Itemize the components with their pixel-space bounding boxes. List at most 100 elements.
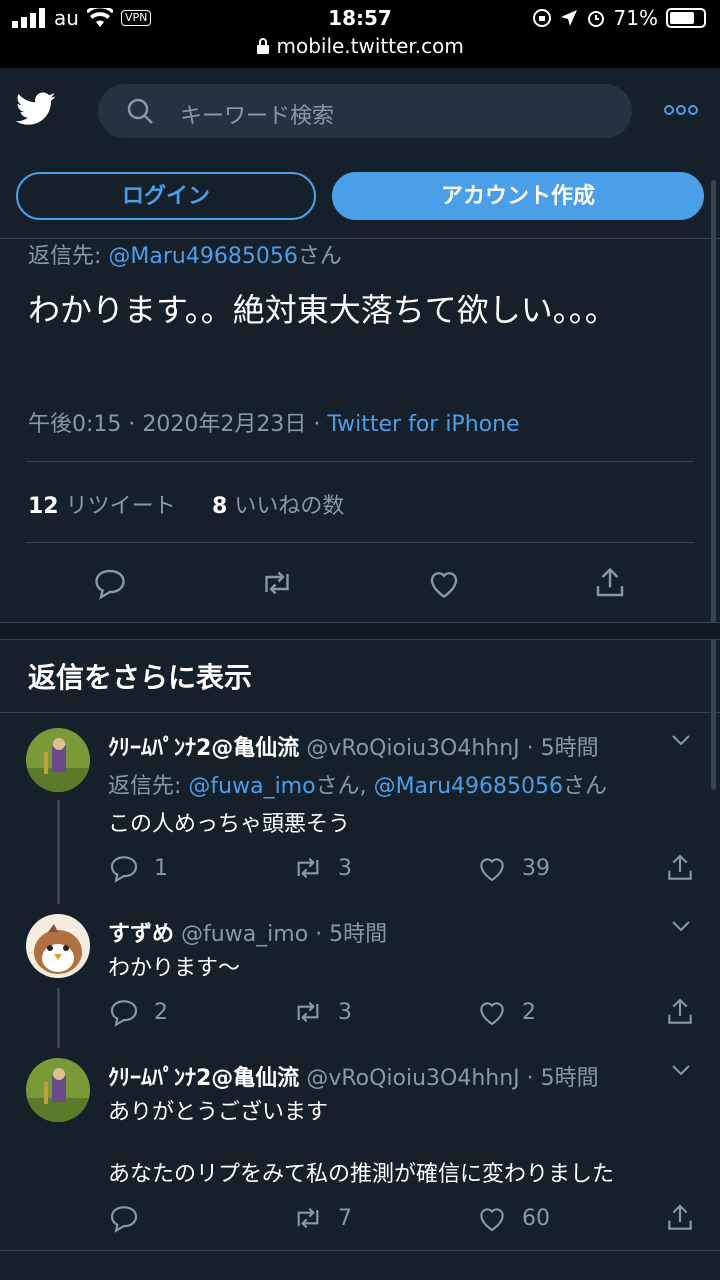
reply-count: 1 — [154, 855, 168, 881]
like-label: いいねの数 — [234, 494, 345, 519]
status-right: 71% — [532, 6, 706, 30]
twitter-logo-icon[interactable] — [16, 92, 56, 126]
retweet-count-stat[interactable]: 3 — [292, 852, 352, 884]
share-icon[interactable] — [664, 996, 696, 1028]
reply-text-line2: あなたのリプをみて私の推測が確信に変わりました — [108, 1162, 615, 1187]
chevron-down-icon[interactable] — [670, 918, 692, 934]
reply-header: すずめ @fuwa_imo · 5時間 — [108, 916, 387, 948]
author-name[interactable]: すずめ — [108, 922, 174, 947]
divider — [26, 542, 694, 543]
retweet-count-stat[interactable]: 3 — [292, 996, 352, 1028]
divider — [26, 461, 694, 462]
retweet-count-stat[interactable]: 7 — [292, 1202, 352, 1234]
reply-count: 2 — [154, 999, 168, 1025]
battery-percent: 71% — [613, 6, 658, 30]
reply-handle-link[interactable]: @Maru49685056 — [374, 774, 563, 799]
reply-text: この人めっちゃ頭悪そう — [108, 812, 351, 837]
reply-to: 返信先: @fuwa_imoさん, @Maru49685056さん — [108, 768, 607, 800]
author-handle[interactable]: @vRoQioiu3O4hhnJ — [306, 736, 519, 761]
retweet-count: 3 — [338, 999, 352, 1025]
reply-time[interactable]: · 5時間 — [527, 736, 599, 761]
like-icon — [480, 858, 504, 882]
divider — [0, 712, 720, 713]
lock-icon — [257, 38, 270, 54]
reply-suffix: さん — [563, 774, 608, 799]
share-icon[interactable] — [664, 1202, 696, 1234]
location-icon — [560, 10, 577, 26]
avatar[interactable] — [26, 914, 90, 978]
reply-header: ｸﾘｰﾑﾊﾟﾝﾅ2@亀仙流 @vRoQioiu3O4hhnJ · 5時間 — [108, 1060, 599, 1092]
search-placeholder: キーワード検索 — [180, 104, 335, 129]
chevron-down-icon[interactable] — [670, 1062, 692, 1078]
divider — [0, 1250, 720, 1251]
like-count-stat[interactable]: 60 — [476, 1202, 550, 1234]
like-count-stat[interactable]: 2 — [476, 996, 536, 1028]
scrollbar[interactable] — [711, 180, 716, 790]
like-count: 60 — [522, 1205, 550, 1231]
retweet-count: 3 — [338, 855, 352, 881]
author-handle[interactable]: @fuwa_imo — [181, 922, 308, 947]
more-replies-heading: 返信をさらに表示 — [28, 661, 253, 694]
retweet-label: リツイート — [65, 494, 176, 519]
reply-icon — [110, 856, 138, 883]
search-input[interactable]: キーワード検索 — [98, 84, 632, 138]
reply-time[interactable]: · 5時間 — [315, 922, 387, 947]
like-stat[interactable]: 8 いいねの数 — [212, 488, 344, 520]
reply-count-stat[interactable] — [108, 1202, 154, 1234]
reply-to: 返信先: @Maru49685056さん — [28, 238, 342, 270]
reply-prefix: 返信先: — [108, 774, 189, 799]
reply-count-stat[interactable]: 2 — [108, 996, 168, 1028]
tweet-source-link[interactable]: Twitter for iPhone — [327, 412, 519, 437]
reply-header: ｸﾘｰﾑﾊﾟﾝﾅ2@亀仙流 @vRoQioiu3O4hhnJ · 5時間 — [108, 730, 599, 762]
author-handle[interactable]: @vRoQioiu3O4hhnJ — [306, 1066, 519, 1091]
reply-handle-link[interactable]: @Maru49685056 — [108, 244, 297, 269]
retweet-icon — [297, 857, 319, 879]
url-text: mobile.twitter.com — [276, 34, 464, 58]
orientation-lock-icon — [532, 9, 551, 27]
tweet-text: わかります。。絶対東大落ちて欲しい。。。 — [28, 291, 617, 329]
reply-icon — [110, 1000, 138, 1027]
like-count: 8 — [212, 494, 228, 519]
like-count: 39 — [522, 855, 550, 881]
more-options-icon[interactable] — [664, 104, 698, 116]
retweet-count: 7 — [338, 1205, 352, 1231]
reply-handle-link[interactable]: @fuwa_imo — [188, 774, 315, 799]
tweet-timestamp[interactable]: 午後0:15 · 2020年2月23日 · — [28, 412, 327, 437]
reply-text: わかります〜 — [108, 956, 241, 981]
reply-suffix: さん — [297, 244, 342, 269]
like-icon[interactable] — [426, 565, 462, 601]
reply-text-line1: ありがとうございます — [108, 1100, 329, 1125]
retweet-icon — [297, 1001, 319, 1023]
share-icon[interactable] — [664, 852, 696, 884]
retweet-stat[interactable]: 12 リツイート — [28, 488, 176, 520]
status-bar: au VPN 18:57 71% mobile.twitter.com — [0, 0, 720, 68]
reply-prefix: 返信先: — [28, 244, 109, 269]
login-button[interactable]: ログイン — [16, 172, 316, 220]
section-separator — [0, 622, 720, 640]
signup-button[interactable]: アカウント作成 — [332, 172, 704, 220]
retweet-count: 12 — [28, 494, 59, 519]
url-bar[interactable]: mobile.twitter.com — [0, 34, 720, 58]
battery-icon — [666, 8, 706, 28]
like-count: 2 — [522, 999, 536, 1025]
like-count-stat[interactable]: 39 — [476, 852, 550, 884]
author-name[interactable]: ｸﾘｰﾑﾊﾟﾝﾅ2@亀仙流 — [108, 736, 299, 761]
avatar[interactable] — [26, 728, 90, 792]
reply-count-stat[interactable]: 1 — [108, 852, 168, 884]
thread-line — [57, 988, 60, 1048]
reply-time[interactable]: · 5時間 — [527, 1066, 599, 1091]
thread-line — [57, 800, 60, 904]
reply-icon[interactable] — [92, 565, 128, 601]
share-icon[interactable] — [592, 565, 628, 601]
search-icon — [127, 98, 153, 124]
like-icon — [480, 1002, 504, 1026]
top-bar: キーワード検索 — [0, 68, 720, 156]
chevron-down-icon[interactable] — [670, 732, 692, 748]
tweet-meta: 午後0:15 · 2020年2月23日 · Twitter for iPhone — [28, 406, 520, 438]
author-name[interactable]: ｸﾘｰﾑﾊﾟﾝﾅ2@亀仙流 — [108, 1066, 299, 1091]
reply-mid: さん, — [315, 774, 374, 799]
alarm-icon — [587, 11, 604, 27]
retweet-icon — [297, 1207, 319, 1229]
avatar[interactable] — [26, 1058, 90, 1122]
retweet-icon[interactable] — [259, 565, 295, 601]
